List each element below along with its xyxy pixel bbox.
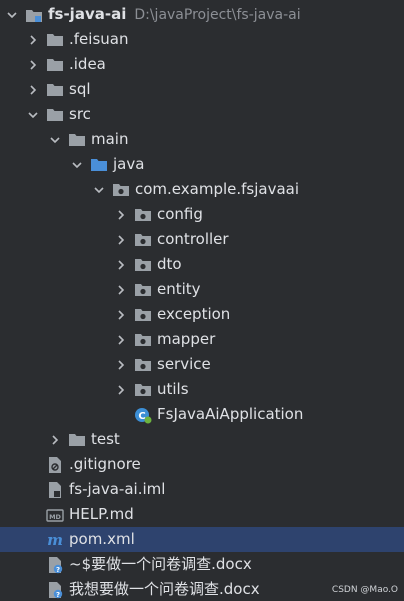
tree-row-sql[interactable]: sql — [0, 77, 404, 102]
chevron-right-icon[interactable] — [114, 252, 128, 277]
project-tree: fs-java-ai D:\javaProject\fs-java-ai .fe… — [0, 0, 404, 601]
tree-row-mapper[interactable]: mapper — [0, 327, 404, 352]
package-label: com.example.fsjavaai — [135, 180, 300, 198]
package-icon — [134, 231, 152, 249]
markdown-badge-text: MD — [49, 513, 61, 521]
chevron-down-icon[interactable] — [70, 152, 84, 177]
svg-text:?: ? — [56, 566, 60, 574]
file-label: .gitignore — [69, 455, 141, 473]
package-icon — [134, 281, 152, 299]
chevron-down-icon[interactable] — [26, 102, 40, 127]
unknown-file-icon: ? — [46, 556, 64, 574]
folder-label: .idea — [69, 55, 106, 73]
class-label: FsJavaAiApplication — [157, 405, 304, 423]
tree-row-controller[interactable]: controller — [0, 227, 404, 252]
chevron-right-icon[interactable] — [26, 27, 40, 52]
tree-row-iml[interactable]: fs-java-ai.iml — [0, 477, 404, 502]
module-folder-icon — [25, 6, 43, 24]
package-icon — [134, 306, 152, 324]
folder-label: src — [69, 105, 91, 123]
folder-icon — [46, 106, 64, 124]
package-label: utils — [157, 380, 189, 398]
tree-row-project-root[interactable]: fs-java-ai D:\javaProject\fs-java-ai — [0, 2, 404, 27]
folder-icon — [46, 31, 64, 49]
tree-row-utils[interactable]: utils — [0, 377, 404, 402]
ignore-file-icon — [46, 456, 64, 474]
project-path: D:\javaProject\fs-java-ai — [134, 6, 301, 23]
package-icon — [134, 331, 152, 349]
svg-text:?: ? — [56, 591, 60, 599]
chevron-right-icon[interactable] — [114, 202, 128, 227]
folder-icon — [68, 131, 86, 149]
tree-row-exception[interactable]: exception — [0, 302, 404, 327]
chevron-right-icon[interactable] — [114, 277, 128, 302]
tree-row-entity[interactable]: entity — [0, 277, 404, 302]
package-icon — [134, 356, 152, 374]
source-folder-icon — [90, 156, 108, 174]
chevron-right-icon[interactable] — [114, 327, 128, 352]
chevron-right-icon[interactable] — [114, 302, 128, 327]
folder-label: sql — [69, 80, 91, 98]
spring-boot-class-icon: C — [134, 406, 152, 424]
unknown-file-icon: ? — [46, 581, 64, 599]
markdown-file-icon: MD — [46, 506, 64, 524]
package-label: config — [157, 205, 203, 223]
folder-icon — [68, 431, 86, 449]
svg-text:m: m — [47, 532, 63, 548]
package-icon — [112, 181, 130, 199]
chevron-right-icon[interactable] — [114, 227, 128, 252]
folder-label: .feisuan — [69, 30, 129, 48]
tree-row-idea[interactable]: .idea — [0, 52, 404, 77]
tree-row-gitignore[interactable]: .gitignore — [0, 452, 404, 477]
tree-row-src[interactable]: src — [0, 102, 404, 127]
tree-row-dto[interactable]: dto — [0, 252, 404, 277]
tree-row-temp-docx[interactable]: ? ~$要做一个问卷调查.docx — [0, 552, 404, 577]
file-label: fs-java-ai.iml — [69, 480, 166, 498]
tree-row-pom-xml[interactable]: m pom.xml — [0, 527, 404, 552]
file-label: HELP.md — [69, 505, 134, 523]
tree-row-application-class[interactable]: C FsJavaAiApplication — [0, 402, 404, 427]
tree-row-feisuan[interactable]: .feisuan — [0, 27, 404, 52]
chevron-down-icon[interactable] — [5, 2, 19, 27]
chevron-down-icon[interactable] — [92, 177, 106, 202]
chevron-right-icon[interactable] — [114, 352, 128, 377]
tree-row-main[interactable]: main — [0, 127, 404, 152]
tree-row-service[interactable]: service — [0, 352, 404, 377]
package-icon — [134, 381, 152, 399]
chevron-right-icon[interactable] — [48, 427, 62, 452]
folder-label: test — [91, 430, 120, 448]
file-label: ~$要做一个问卷调查.docx — [69, 555, 252, 573]
watermark: CSDN @Mao.O — [331, 585, 398, 595]
file-label: pom.xml — [69, 530, 135, 548]
tree-row-help-md[interactable]: MD HELP.md — [0, 502, 404, 527]
package-icon — [134, 206, 152, 224]
package-label: entity — [157, 280, 201, 298]
tree-row-java[interactable]: java — [0, 152, 404, 177]
package-icon — [134, 256, 152, 274]
package-label: service — [157, 355, 211, 373]
package-label: dto — [157, 255, 182, 273]
folder-icon — [46, 81, 64, 99]
file-label: 我想要做一个问卷调查.docx — [69, 580, 260, 598]
project-name: fs-java-ai — [48, 5, 127, 23]
chevron-right-icon[interactable] — [26, 52, 40, 77]
package-label: mapper — [157, 330, 216, 348]
chevron-down-icon[interactable] — [48, 127, 62, 152]
folder-label: main — [91, 130, 129, 148]
package-label: exception — [157, 305, 231, 323]
folder-label: java — [113, 155, 145, 173]
chevron-right-icon[interactable] — [114, 377, 128, 402]
tree-row-test[interactable]: test — [0, 427, 404, 452]
package-label: controller — [157, 230, 229, 248]
folder-icon — [46, 56, 64, 74]
chevron-right-icon[interactable] — [26, 77, 40, 102]
tree-row-package[interactable]: com.example.fsjavaai — [0, 177, 404, 202]
module-file-icon — [46, 481, 64, 499]
tree-row-config[interactable]: config — [0, 202, 404, 227]
maven-icon: m — [46, 531, 64, 549]
